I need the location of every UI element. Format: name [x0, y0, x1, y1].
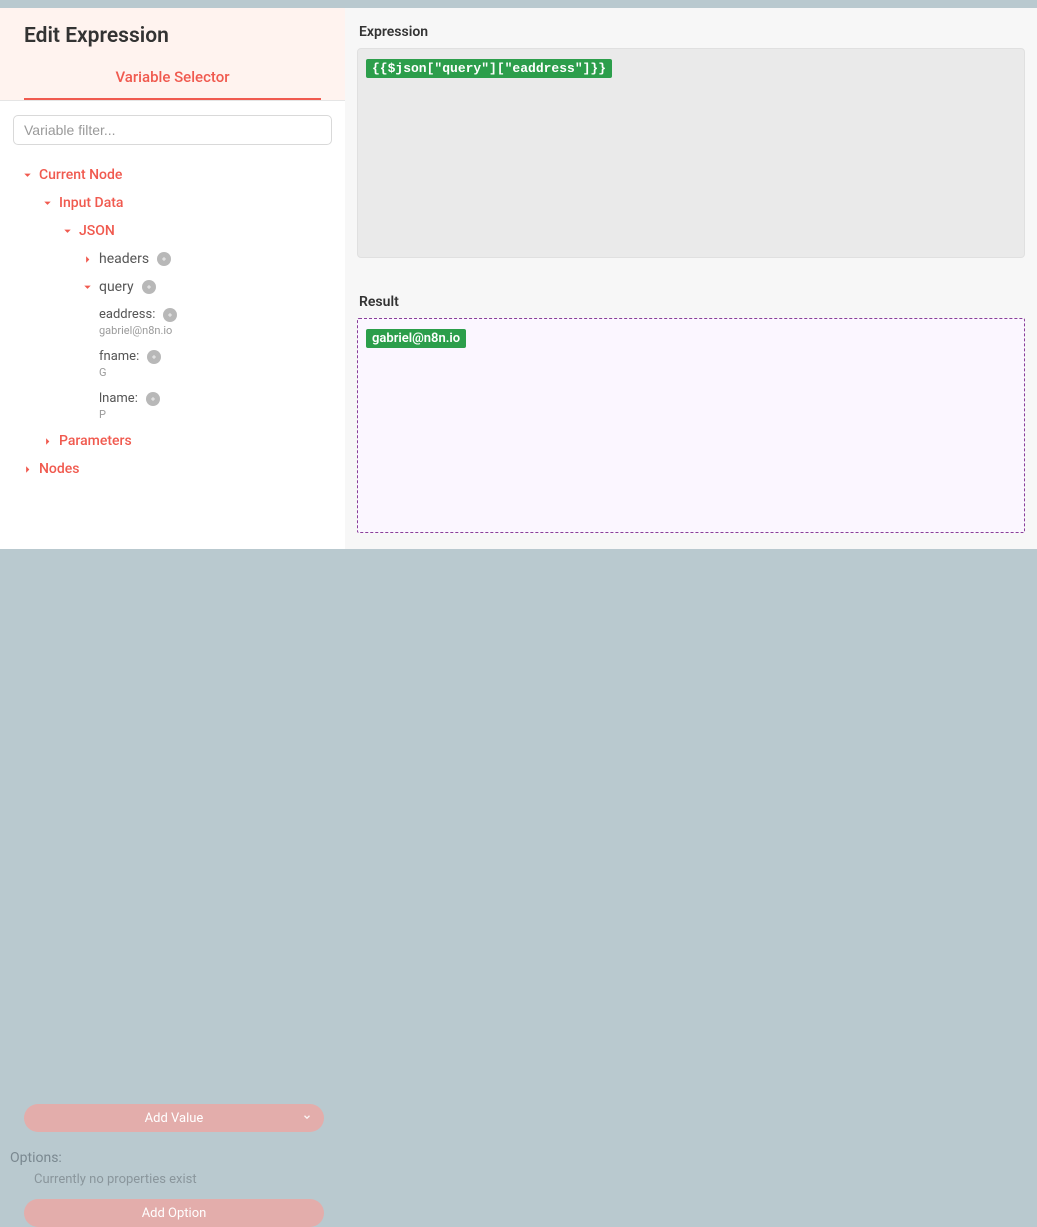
tree-label: Input Data [59, 195, 123, 211]
chevron-right-icon [41, 435, 53, 447]
expression-editor[interactable]: {{$json["query"]["eaddress"]}} [357, 48, 1025, 258]
tree-node-json[interactable]: JSON [13, 217, 332, 245]
leaf-key: fname: [99, 349, 139, 364]
options-label: Options: [10, 1150, 335, 1166]
tab-row: Variable Selector [24, 68, 321, 100]
add-icon[interactable] [142, 280, 156, 294]
tree-node-input-data[interactable]: Input Data [13, 189, 332, 217]
expression-code-chip: {{$json["query"]["eaddress"]}} [366, 59, 612, 78]
tree-node-query[interactable]: query [13, 273, 332, 301]
tree-label: Current Node [39, 167, 122, 183]
variable-filter-input[interactable] [13, 115, 332, 145]
result-value-chip: gabriel@n8n.io [366, 329, 466, 348]
tree-label: Nodes [39, 461, 79, 477]
left-header: Edit Expression Variable Selector [0, 8, 345, 100]
dialog-title: Edit Expression [24, 24, 321, 48]
variable-tree: Current Node Input Data JSON headers [0, 145, 345, 483]
tree-node-headers[interactable]: headers [13, 245, 332, 273]
spacer [357, 258, 1025, 294]
tree-label: headers [99, 251, 149, 267]
right-panel: Expression {{$json["query"]["eaddress"]}… [345, 8, 1037, 549]
tree-node-parameters[interactable]: Parameters [13, 427, 332, 455]
chevron-right-icon [81, 253, 93, 265]
tree-node-current-node[interactable]: Current Node [13, 161, 332, 189]
chevron-down-icon [41, 197, 53, 209]
add-option-button[interactable]: Add Option [24, 1199, 324, 1227]
add-option-label: Add Option [142, 1206, 207, 1221]
add-value-label: Add Value [145, 1111, 204, 1126]
tree-leaf-eaddress[interactable]: eaddress: gabriel@n8n.io [13, 301, 332, 343]
tab-variable-selector[interactable]: Variable Selector [24, 68, 321, 100]
leaf-value: G [99, 366, 107, 379]
no-properties-text: Currently no properties exist [34, 1172, 335, 1187]
expression-label: Expression [357, 24, 1025, 40]
filter-wrap [0, 101, 345, 145]
leaf-key: eaddress: [99, 307, 155, 322]
tree-label: JSON [79, 223, 115, 239]
background-under-dialog: Add Value Options: Currently no properti… [0, 549, 1037, 693]
leaf-value: gabriel@n8n.io [99, 324, 172, 337]
add-icon[interactable] [157, 252, 171, 266]
chevron-down-icon [81, 281, 93, 293]
leaf-key: lname: [99, 391, 138, 406]
tree-leaf-fname[interactable]: fname: G [13, 343, 332, 385]
tree-label: query [99, 279, 134, 295]
background-controls: Add Value Options: Currently no properti… [10, 1098, 335, 1227]
left-panel: Edit Expression Variable Selector Curren… [0, 8, 345, 549]
window-top-strip [0, 0, 1037, 8]
add-icon[interactable] [146, 392, 160, 406]
chevron-down-icon [21, 169, 33, 181]
chevron-down-icon [61, 225, 73, 237]
add-icon[interactable] [147, 350, 161, 364]
add-icon[interactable] [163, 308, 177, 322]
chevron-down-icon [302, 1111, 312, 1126]
result-output: gabriel@n8n.io [357, 318, 1025, 533]
chevron-right-icon [21, 463, 33, 475]
tree-label: Parameters [59, 433, 132, 449]
edit-expression-dialog: Edit Expression Variable Selector Curren… [0, 8, 1037, 549]
tree-leaf-lname[interactable]: lname: P [13, 385, 332, 427]
leaf-value: P [99, 408, 106, 421]
result-label: Result [357, 294, 1025, 310]
add-value-button[interactable]: Add Value [24, 1104, 324, 1132]
tree-node-nodes[interactable]: Nodes [13, 455, 332, 483]
